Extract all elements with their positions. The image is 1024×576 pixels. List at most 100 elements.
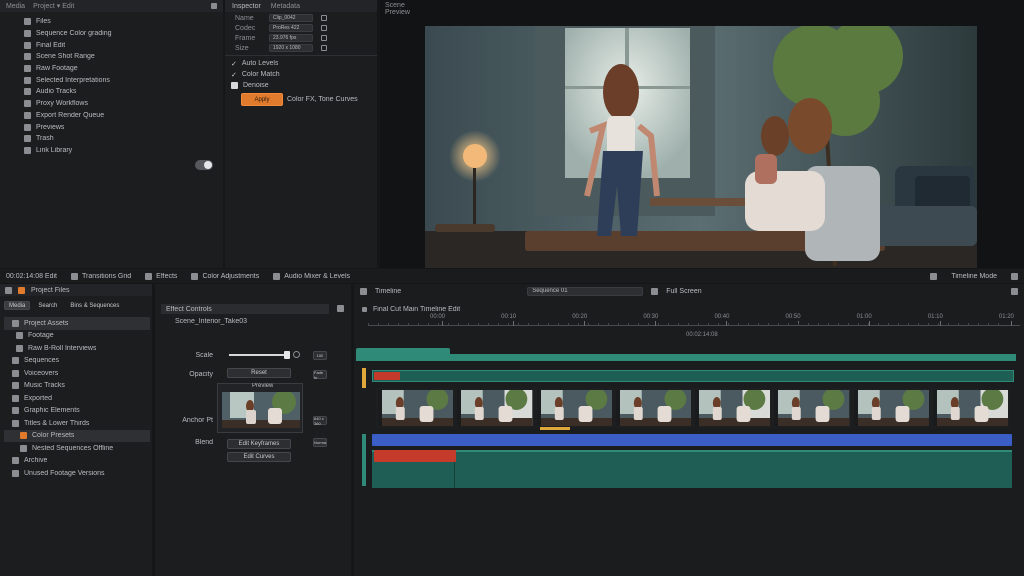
menu-icon[interactable] [211,3,217,9]
timeline-thumbnail[interactable] [536,388,612,426]
scale-slider[interactable] [229,351,290,359]
project-item[interactable]: Raw B-Roll Interviews [4,342,150,355]
time-ruler[interactable]: 00:00 00:10 00:20 00:30 00:40 00:50 01:00 01:10… [368,314,1020,326]
audio-icon [12,369,19,377]
effect-value-field[interactable]: 640 x 360 [313,416,327,426]
ruler-minor-tick [968,323,969,326]
effect-value: Fade In [314,369,324,380]
toolbar-item[interactable]: Effects [145,270,177,282]
project-item[interactable]: Nested Sequences Offline [4,442,150,455]
inspector-field[interactable]: 23.976 fps [269,34,313,42]
fullscreen-icon[interactable] [651,287,659,295]
project-item[interactable]: Footage [4,330,150,343]
doc-icon [12,419,19,427]
project-item[interactable]: Unused Footage Versions [4,467,150,480]
inspector-check[interactable]: Denoise [231,80,371,91]
media-item[interactable]: Link Library [24,145,214,157]
effect-value-field[interactable]: Normal [313,438,327,447]
thumbnail-image [615,388,691,426]
project-item[interactable]: Sequences [4,355,150,368]
timeline-thumbnail[interactable] [853,388,929,426]
link-icon[interactable] [321,35,327,41]
media-item[interactable]: Trash [24,133,214,145]
media-item[interactable]: Raw Footage [24,63,214,75]
audio-clip-red[interactable] [374,450,456,462]
mid-toolbar-right[interactable]: Timeline Mode [951,273,997,280]
media-item[interactable]: Selected Interpretations [24,74,214,86]
inspector-check[interactable]: ✓ Color Match [231,69,371,80]
apply-button[interactable]: Apply [241,93,283,106]
settings-icon[interactable] [1011,287,1018,295]
project-item-label: Nested Sequences Offline [32,444,114,452]
inspector-field[interactable]: Clip_0042 [269,14,313,22]
timeline-thumbnail[interactable] [378,388,454,426]
effect-button[interactable]: Reset [227,368,291,378]
inspector-field[interactable]: ProRes 422 [269,24,313,32]
timeline-thumbnail[interactable] [615,388,691,426]
media-toggle[interactable] [195,160,213,170]
audio-track-teal[interactable] [372,450,1012,488]
project-tab[interactable]: Media [4,301,31,310]
expand-icon[interactable] [1011,272,1018,280]
inspector-checks: ✓ Auto Levels ✓ Color Match Denoise [231,58,371,91]
media-item[interactable]: Scene Shot Range [24,51,214,63]
project-item[interactable]: Titles & Lower Thirds [4,417,150,430]
timeline-right-label[interactable]: Full Screen [666,288,701,295]
toolbar-item[interactable]: Color Adjustments [191,270,259,282]
timeline-thumbnail[interactable] [695,388,771,426]
media-item[interactable]: Final Edit [24,39,214,51]
media-item[interactable]: Sequence Color grading [24,28,214,40]
link-icon[interactable] [321,15,327,21]
media-item[interactable]: Export Render Queue [24,110,214,122]
project-tab[interactable]: Search [33,301,62,310]
inspector-field[interactable]: 1920 x 1080 [269,44,313,52]
project-item[interactable]: Voiceovers [4,367,150,380]
link-icon[interactable] [321,45,327,51]
project-item[interactable]: Graphic Elements [4,405,150,418]
toolbar-item[interactable]: Transitions Grid [71,270,131,282]
toolbar-item-label: Transitions Grid [82,272,132,280]
effect-button[interactable]: Edit Curves [227,452,291,462]
checkmark-icon[interactable]: ✓ [231,60,237,68]
playhead-marker[interactable] [362,368,366,388]
media-item[interactable]: Proxy Workflows [24,98,214,110]
slider-knob[interactable] [284,351,290,359]
inspector-check[interactable]: ✓ Auto Levels [231,58,371,69]
video-track[interactable] [372,370,1014,382]
effect-value-field[interactable]: Fade In [313,369,327,380]
box-icon [24,111,31,119]
toolbar-item[interactable]: Audio Mixer & Levels [273,270,350,282]
ruler-minor-tick [478,323,479,326]
audio-track-blue[interactable] [372,434,1012,446]
effect-value-field[interactable]: 100 [313,351,327,360]
effect-button[interactable]: Edit Keyframes [227,439,291,449]
timeline-thumbnail[interactable] [457,388,533,426]
project-item[interactable]: Color Presets [4,429,150,442]
grid-icon[interactable] [930,272,938,280]
top-teal-track[interactable] [356,354,1016,361]
project-item[interactable]: Exported [4,392,150,405]
sequence-select[interactable]: Sequence 01 [527,286,644,296]
project-item[interactable]: Music Tracks [4,380,150,393]
timeline-thumbnail[interactable] [932,388,1008,426]
ruler-minor-tick [488,323,489,326]
project-tab[interactable]: Bins & Sequences [65,301,124,310]
thumbnail-strip[interactable] [376,388,1010,428]
project-item-label: Music Tracks [24,382,65,390]
project-item[interactable]: Archive [4,455,150,468]
marker-icon[interactable] [362,306,367,312]
ruler-tick-label: 00:30 [643,314,659,320]
video-clip-red[interactable] [374,372,400,380]
timeline-thumbnail[interactable] [774,388,850,426]
checkbox-icon[interactable] [231,82,238,89]
media-item[interactable]: Audio Tracks [24,86,214,98]
media-item[interactable]: Files [24,16,214,28]
close-icon[interactable] [337,305,344,312]
thumbnail-image [853,388,929,426]
keyframe-icon[interactable] [293,351,300,358]
thumbnail-image [378,388,454,426]
project-item[interactable]: Project Assets [4,317,150,330]
checkmark-icon[interactable]: ✓ [231,71,237,79]
link-icon[interactable] [321,25,327,31]
media-item[interactable]: Previews [24,121,214,133]
